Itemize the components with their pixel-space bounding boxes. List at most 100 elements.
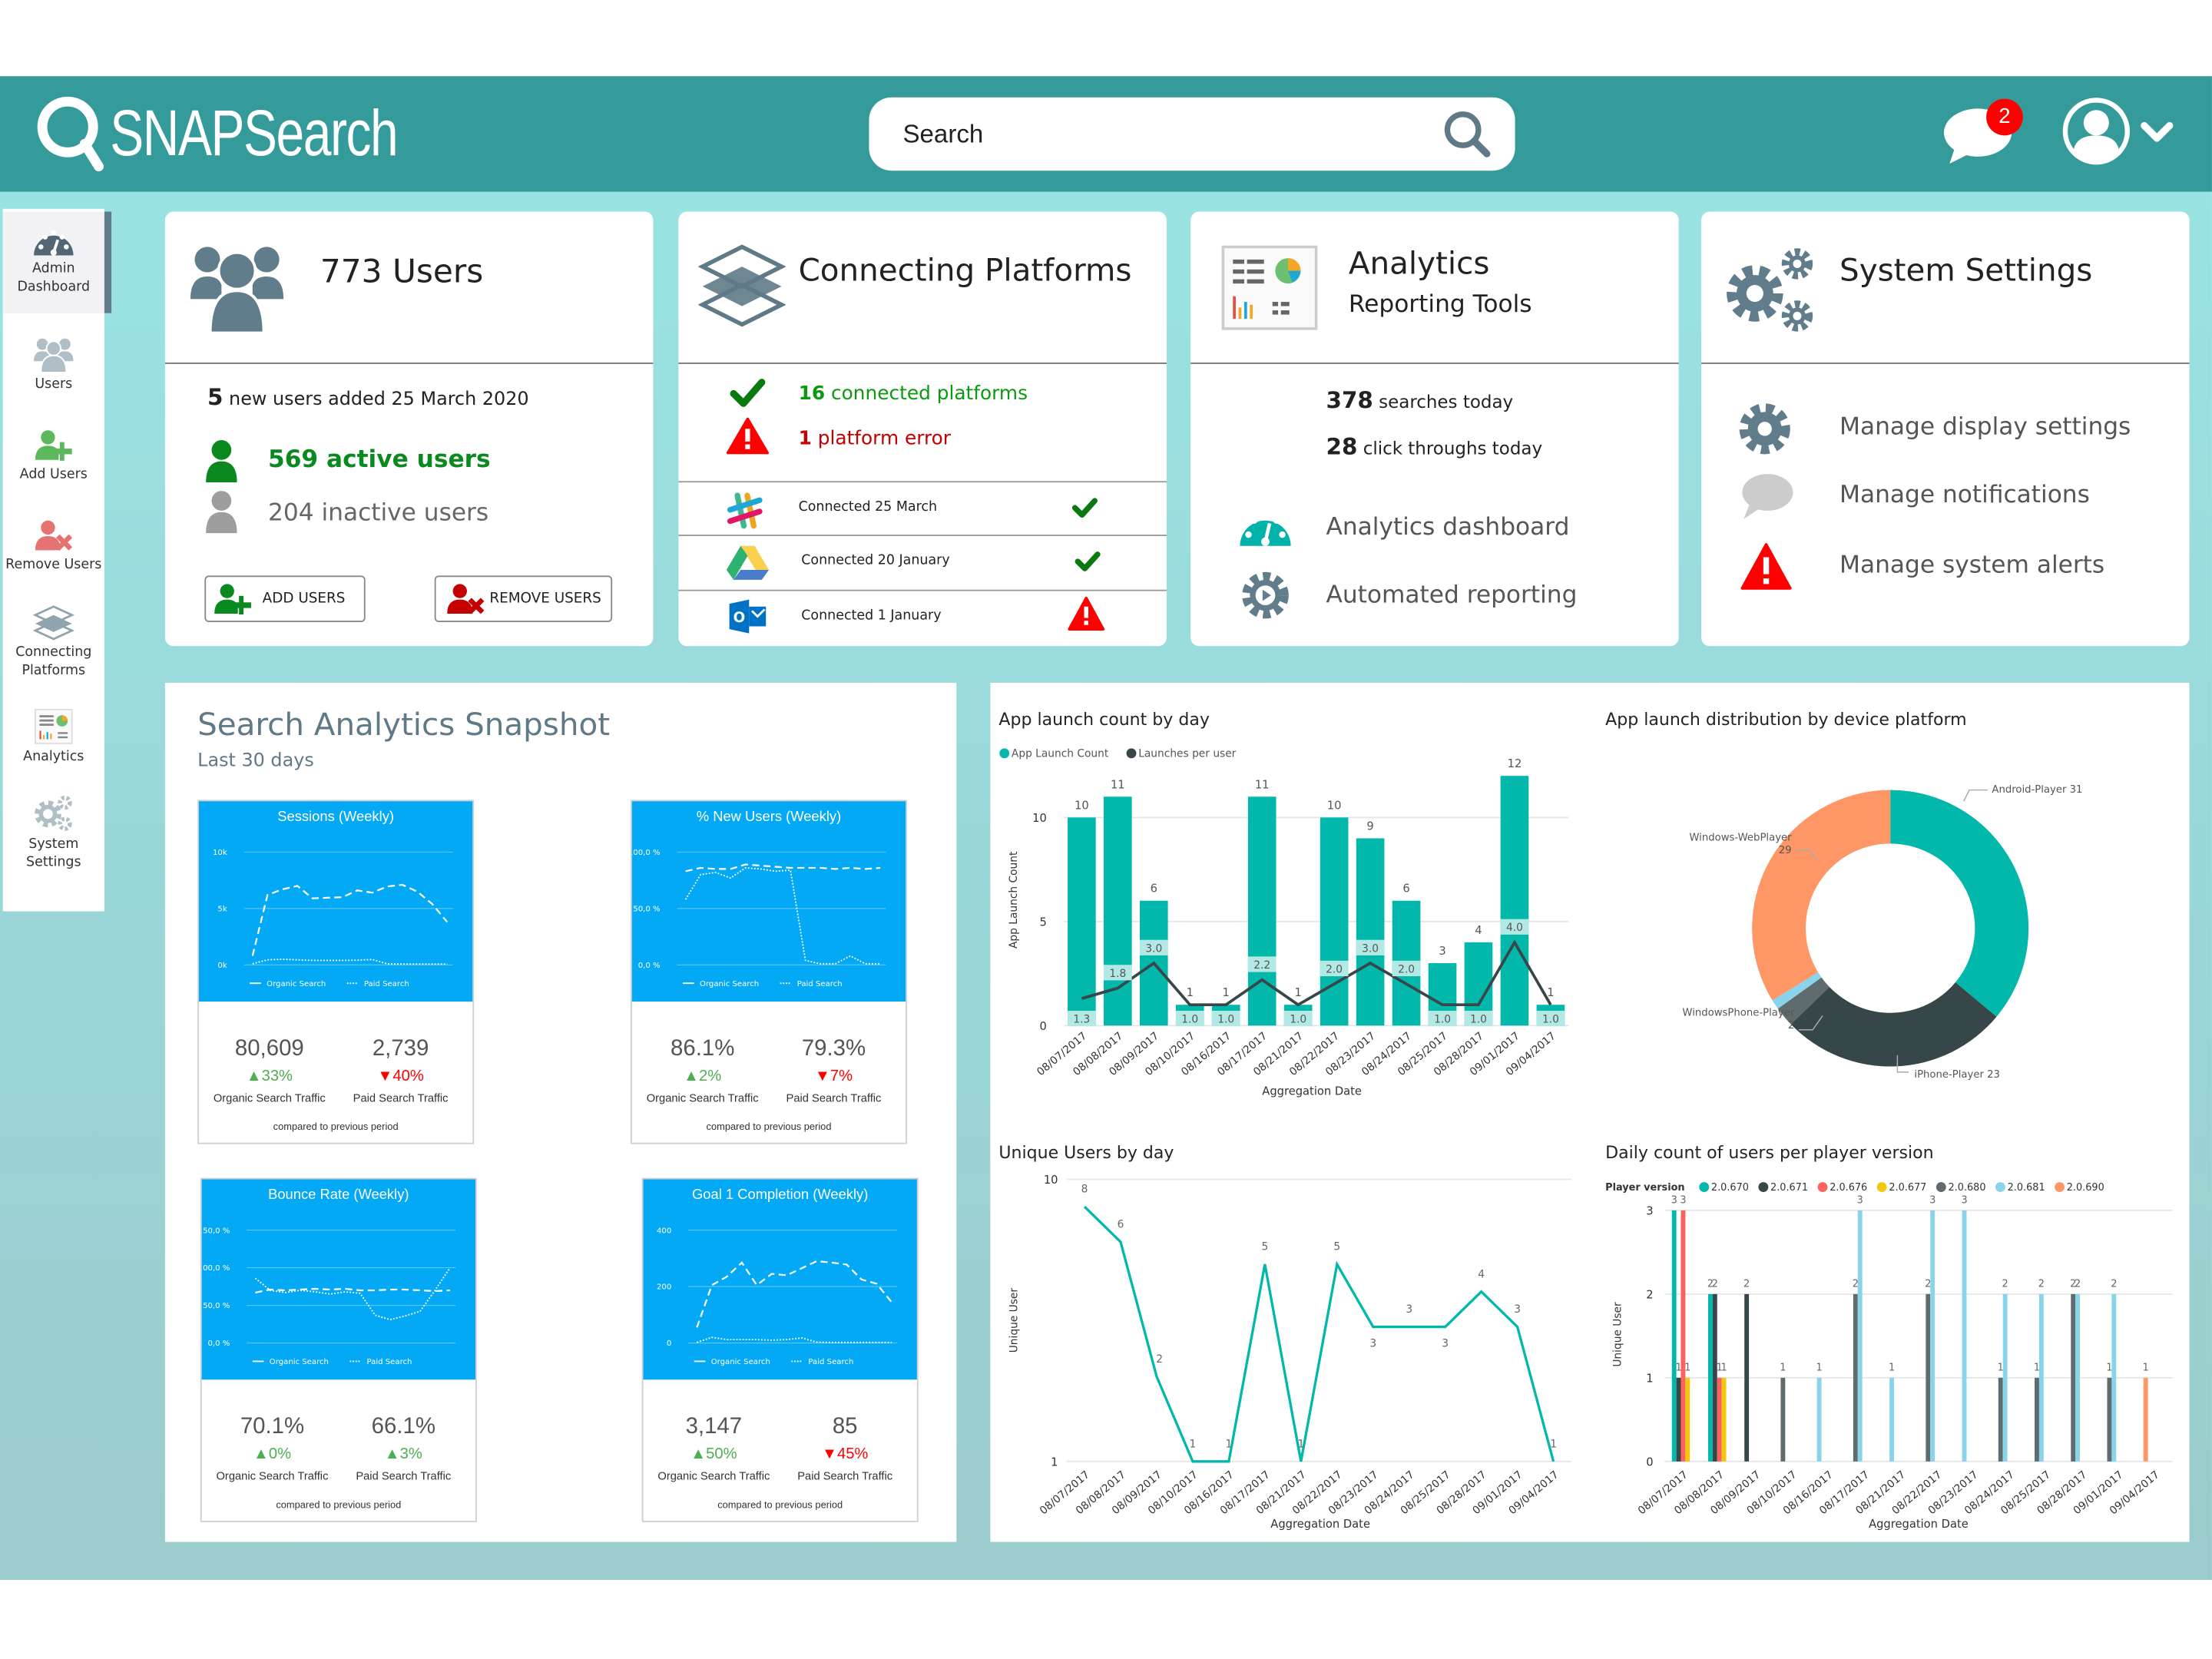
bar-data-label: 1 bbox=[1547, 986, 1554, 999]
settings-title: System Settings bbox=[1839, 253, 2093, 290]
bar bbox=[2075, 1293, 2081, 1462]
line-data-label: 1.0 bbox=[1290, 1014, 1306, 1026]
legend-organic-label: Organic Search bbox=[270, 1358, 329, 1366]
card-divider bbox=[678, 363, 1167, 364]
y-tick-label: 1 bbox=[1051, 1455, 1058, 1469]
paid-change: ▼45% bbox=[821, 1445, 869, 1463]
legend-label: 2.0.671 bbox=[1770, 1182, 1808, 1194]
organic-change: ▲50% bbox=[690, 1445, 737, 1463]
sidebar-item-add-users[interactable]: Add Users bbox=[3, 429, 104, 484]
snapshot-tile: Goal 1 Completion (Weekly) 400 200 0 Organic… bbox=[641, 1177, 919, 1522]
bar-data-label: 1 bbox=[1187, 986, 1194, 999]
connected-text: connected platforms bbox=[830, 382, 1028, 406]
search-bar[interactable] bbox=[869, 97, 1515, 171]
point-data-label: 1 bbox=[1226, 1438, 1233, 1450]
slice-value-label: 29 bbox=[1779, 845, 1792, 856]
paid-value: 85 bbox=[832, 1415, 858, 1439]
bar-data-label: 1 bbox=[1684, 1363, 1690, 1374]
paid-value: 79.3% bbox=[801, 1036, 866, 1061]
sidebar-item-label: Add Users bbox=[19, 466, 88, 483]
sidebar-item-admin-dashboard[interactable]: Admin Dashboard bbox=[2, 211, 112, 313]
analytics-dashboard-link[interactable]: Analytics dashboard bbox=[1239, 505, 1648, 553]
line-data-label: 1.0 bbox=[1217, 1014, 1234, 1026]
legend-swatch bbox=[1876, 1182, 1887, 1193]
gears-icon bbox=[1727, 248, 1813, 332]
compared-note: compared to previous period bbox=[706, 1123, 832, 1133]
manage-notifications-link[interactable]: Manage notifications bbox=[1735, 469, 2172, 525]
compared-note: compared to previous period bbox=[717, 1501, 843, 1512]
legend-organic-label: Organic Search bbox=[700, 980, 759, 988]
snapshot-tile: Sessions (Weekly) 10k 5k 0k Organic Search Pa… bbox=[197, 800, 475, 1144]
platform-row[interactable]: Connected 20 January bbox=[678, 536, 1166, 590]
donut-slice bbox=[1752, 790, 1891, 1001]
bar-data-label: 1 bbox=[1720, 1363, 1727, 1374]
platform-row[interactable]: Connected 25 March bbox=[678, 482, 1166, 535]
notification-count-badge: 2 bbox=[1986, 98, 2023, 136]
point-data-label: 5 bbox=[1261, 1241, 1268, 1253]
sidebar-item-analytics[interactable]: Analytics bbox=[3, 708, 104, 766]
gear-icon bbox=[1739, 403, 1790, 455]
paid-label: Paid Search Traffic bbox=[353, 1091, 449, 1105]
manage-notifications-label: Manage notifications bbox=[1839, 481, 2090, 510]
sidebar-item-remove-users[interactable]: Remove Users bbox=[3, 519, 104, 575]
legend-label: 2.0.677 bbox=[1889, 1182, 1926, 1194]
platform-row[interactable]: O Connected 1 January bbox=[678, 591, 1166, 645]
platform-connection-text: Connected 25 March bbox=[798, 499, 938, 515]
x-axis-title: Aggregation Date bbox=[1270, 1518, 1370, 1531]
notifications-button[interactable]: 2 bbox=[1941, 98, 2025, 170]
app-logo[interactable]: SNAPSearch bbox=[34, 91, 478, 175]
remove-users-button[interactable]: REMOVE USERS bbox=[434, 575, 613, 622]
manage-system-alerts-link[interactable]: Manage system alerts bbox=[1735, 539, 2172, 595]
add-users-button[interactable]: ADD USERS bbox=[204, 575, 366, 622]
outlook-icon: O bbox=[729, 599, 767, 634]
organic-change: ▲2% bbox=[684, 1068, 722, 1085]
search-input[interactable] bbox=[899, 118, 1414, 151]
line-data-label: 1.0 bbox=[1542, 1014, 1559, 1026]
bar-data-label: 1 bbox=[1816, 1363, 1823, 1374]
clicks-count: 28 bbox=[1326, 432, 1358, 460]
user-account-menu[interactable] bbox=[2060, 93, 2181, 172]
card-divider bbox=[1701, 363, 2190, 364]
error-count: 1 bbox=[798, 427, 812, 450]
line-data-label: 3.0 bbox=[1362, 942, 1379, 955]
users-group-icon bbox=[190, 247, 284, 333]
svg-text:O: O bbox=[733, 610, 746, 626]
bar bbox=[1780, 1377, 1786, 1462]
point-data-label: 4 bbox=[1478, 1268, 1485, 1280]
sidebar-item-label: Connecting bbox=[15, 644, 92, 661]
app-launch-count-chart: App Launch Count Launches per user 0 5 10 10 1… bbox=[999, 747, 1569, 1098]
remove-user-icon bbox=[447, 583, 485, 614]
bar bbox=[2107, 1377, 2112, 1462]
y-tick-label: 5k bbox=[217, 906, 227, 914]
tile-sparkline-chart: 10k 5k 0k Organic Search Paid Search bbox=[213, 849, 453, 988]
point-data-label: 1 bbox=[1190, 1438, 1197, 1450]
manage-display-settings-link[interactable]: Manage display settings bbox=[1735, 398, 2172, 455]
legend-organic-label: Organic Search bbox=[711, 1358, 770, 1366]
automated-reporting-link[interactable]: Automated reporting bbox=[1239, 567, 1648, 623]
bar-data-label: 1 bbox=[1998, 1363, 2004, 1374]
slice-label: Windows-WebPlayer bbox=[1689, 833, 1792, 844]
sidebar-item-system-settings[interactable]: System Settings bbox=[3, 793, 104, 872]
search-icon[interactable] bbox=[1442, 108, 1492, 159]
bar-data-label: 1 bbox=[1294, 986, 1301, 999]
status-error-warning-icon bbox=[1068, 596, 1105, 631]
y-axis-title: Unique User bbox=[1008, 1288, 1020, 1353]
bar bbox=[1320, 817, 1349, 1026]
chevron-down-icon[interactable] bbox=[2138, 118, 2175, 147]
bar-data-label: 2 bbox=[1925, 1279, 1931, 1290]
click-throughs-today: 28 click throughs today bbox=[1326, 433, 1542, 460]
bar bbox=[1889, 1377, 1895, 1462]
sidebar-item-users[interactable]: Users bbox=[3, 336, 104, 393]
bar bbox=[1681, 1210, 1686, 1462]
system-settings-card: System Settings Manage display settings … bbox=[1701, 211, 2190, 647]
legend-label: 2.0.690 bbox=[2067, 1182, 2104, 1194]
sidebar-item-connecting-platforms[interactable]: Connecting Platforms bbox=[3, 604, 104, 680]
snapshot-subtitle: Last 30 days bbox=[197, 750, 314, 772]
warning-icon bbox=[726, 417, 770, 455]
bar-data-label: 6 bbox=[1151, 882, 1157, 896]
users-card: 773 Users 5 new users added 25 March 202… bbox=[164, 211, 654, 647]
compared-note: compared to previous period bbox=[273, 1123, 399, 1133]
legend-label: Launches per user bbox=[1138, 747, 1236, 760]
gear-play-icon bbox=[1242, 571, 1289, 619]
bar bbox=[1712, 1293, 1717, 1462]
